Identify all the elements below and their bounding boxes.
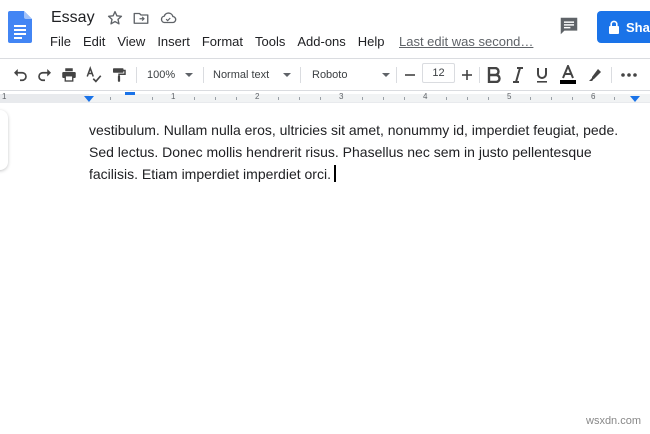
watermark: wsxdn.com <box>586 415 642 427</box>
menu-edit[interactable]: Edit <box>77 32 111 52</box>
ruler-left-margin <box>0 94 89 102</box>
more-button[interactable] <box>618 64 640 86</box>
toolbar-divider <box>136 67 137 83</box>
toolbar-divider <box>479 67 480 83</box>
font-size-input[interactable]: 12 <box>422 63 455 83</box>
paint-format-icon <box>113 68 126 82</box>
font-select[interactable]: Roboto <box>308 64 394 86</box>
cloud-saved-icon[interactable] <box>159 9 177 27</box>
document-title[interactable]: Essay <box>51 7 95 29</box>
menu-help[interactable]: Help <box>352 32 391 52</box>
star-icon[interactable] <box>106 9 124 27</box>
toolbar-divider <box>300 67 301 83</box>
text-cursor <box>333 165 336 182</box>
header: Essay File Edit View Insert Format Tools… <box>0 0 650 56</box>
menu-tools[interactable]: Tools <box>249 32 291 52</box>
undo-button[interactable] <box>9 64 31 86</box>
underline-button[interactable] <box>532 64 552 86</box>
undo-icon <box>14 69 27 82</box>
paint-format-button[interactable] <box>108 64 130 86</box>
first-line-indent-marker[interactable] <box>125 92 135 95</box>
lock-icon <box>609 20 619 34</box>
text-color-button[interactable] <box>557 64 579 86</box>
document-outline-tab[interactable] <box>0 110 8 170</box>
print-button[interactable] <box>58 64 80 86</box>
menu-add-ons[interactable]: Add-ons <box>291 32 351 52</box>
increase-font-size-button[interactable] <box>458 64 476 86</box>
document-canvas[interactable]: vestibulum. Nullam nulla eros, ultricies… <box>0 104 650 434</box>
spellcheck-icon <box>86 66 102 83</box>
text-color-icon <box>560 65 576 84</box>
share-label: Share <box>626 19 650 35</box>
zoom-select[interactable]: 100% <box>143 64 197 86</box>
chevron-down-icon <box>382 73 390 77</box>
style-select[interactable]: Normal text <box>209 64 295 86</box>
text-line: facilisis. Etiam imperdiet imperdiet orc… <box>89 166 331 182</box>
menu-view[interactable]: View <box>111 32 151 52</box>
font-value: Roboto <box>312 69 348 81</box>
increase-font-icon <box>462 70 472 80</box>
menu-bar: File Edit View Insert Format Tools Add-o… <box>44 32 391 52</box>
text-line: Sed lectus. Donec mollis hendrerit risus… <box>89 144 592 160</box>
more-icon <box>621 73 637 77</box>
toolbar-divider <box>396 67 397 83</box>
highlight-icon <box>589 69 601 81</box>
last-edit-link[interactable]: Last edit was second… <box>399 33 533 51</box>
menu-insert[interactable]: Insert <box>151 32 196 52</box>
decrease-font-size-button[interactable] <box>401 64 419 86</box>
print-icon <box>62 68 76 82</box>
spellcheck-button[interactable] <box>83 64 105 86</box>
share-button[interactable]: Share <box>597 11 650 43</box>
highlight-color-button[interactable] <box>584 64 606 86</box>
document-body[interactable]: vestibulum. Nullam nulla eros, ultricies… <box>89 97 634 185</box>
decrease-font-icon <box>405 74 415 76</box>
italic-icon <box>513 67 523 83</box>
bold-icon <box>487 67 501 83</box>
toolbar-divider <box>611 67 612 83</box>
menu-format[interactable]: Format <box>196 32 249 52</box>
style-value: Normal text <box>213 69 270 81</box>
docs-logo-icon[interactable] <box>8 11 32 43</box>
menu-file[interactable]: File <box>44 32 77 52</box>
text-line-last: facilisis. Etiam imperdiet imperdiet orc… <box>89 163 634 185</box>
toolbar: 100% Normal text Roboto <box>0 58 650 90</box>
bold-button[interactable] <box>484 64 504 86</box>
toolbar-divider <box>203 67 204 83</box>
comments-icon[interactable] <box>558 15 580 37</box>
redo-button[interactable] <box>34 64 56 86</box>
text-line: vestibulum. Nullam nulla eros, ultricies… <box>89 122 619 138</box>
ruler-number: 1 <box>2 92 7 101</box>
underline-icon <box>537 68 547 83</box>
italic-button[interactable] <box>508 64 528 86</box>
clipped-line <box>89 97 634 119</box>
chevron-down-icon <box>283 73 291 77</box>
chevron-down-icon <box>185 73 193 77</box>
move-to-folder-icon[interactable] <box>132 9 150 27</box>
redo-icon <box>38 69 51 82</box>
zoom-value: 100% <box>147 69 176 81</box>
